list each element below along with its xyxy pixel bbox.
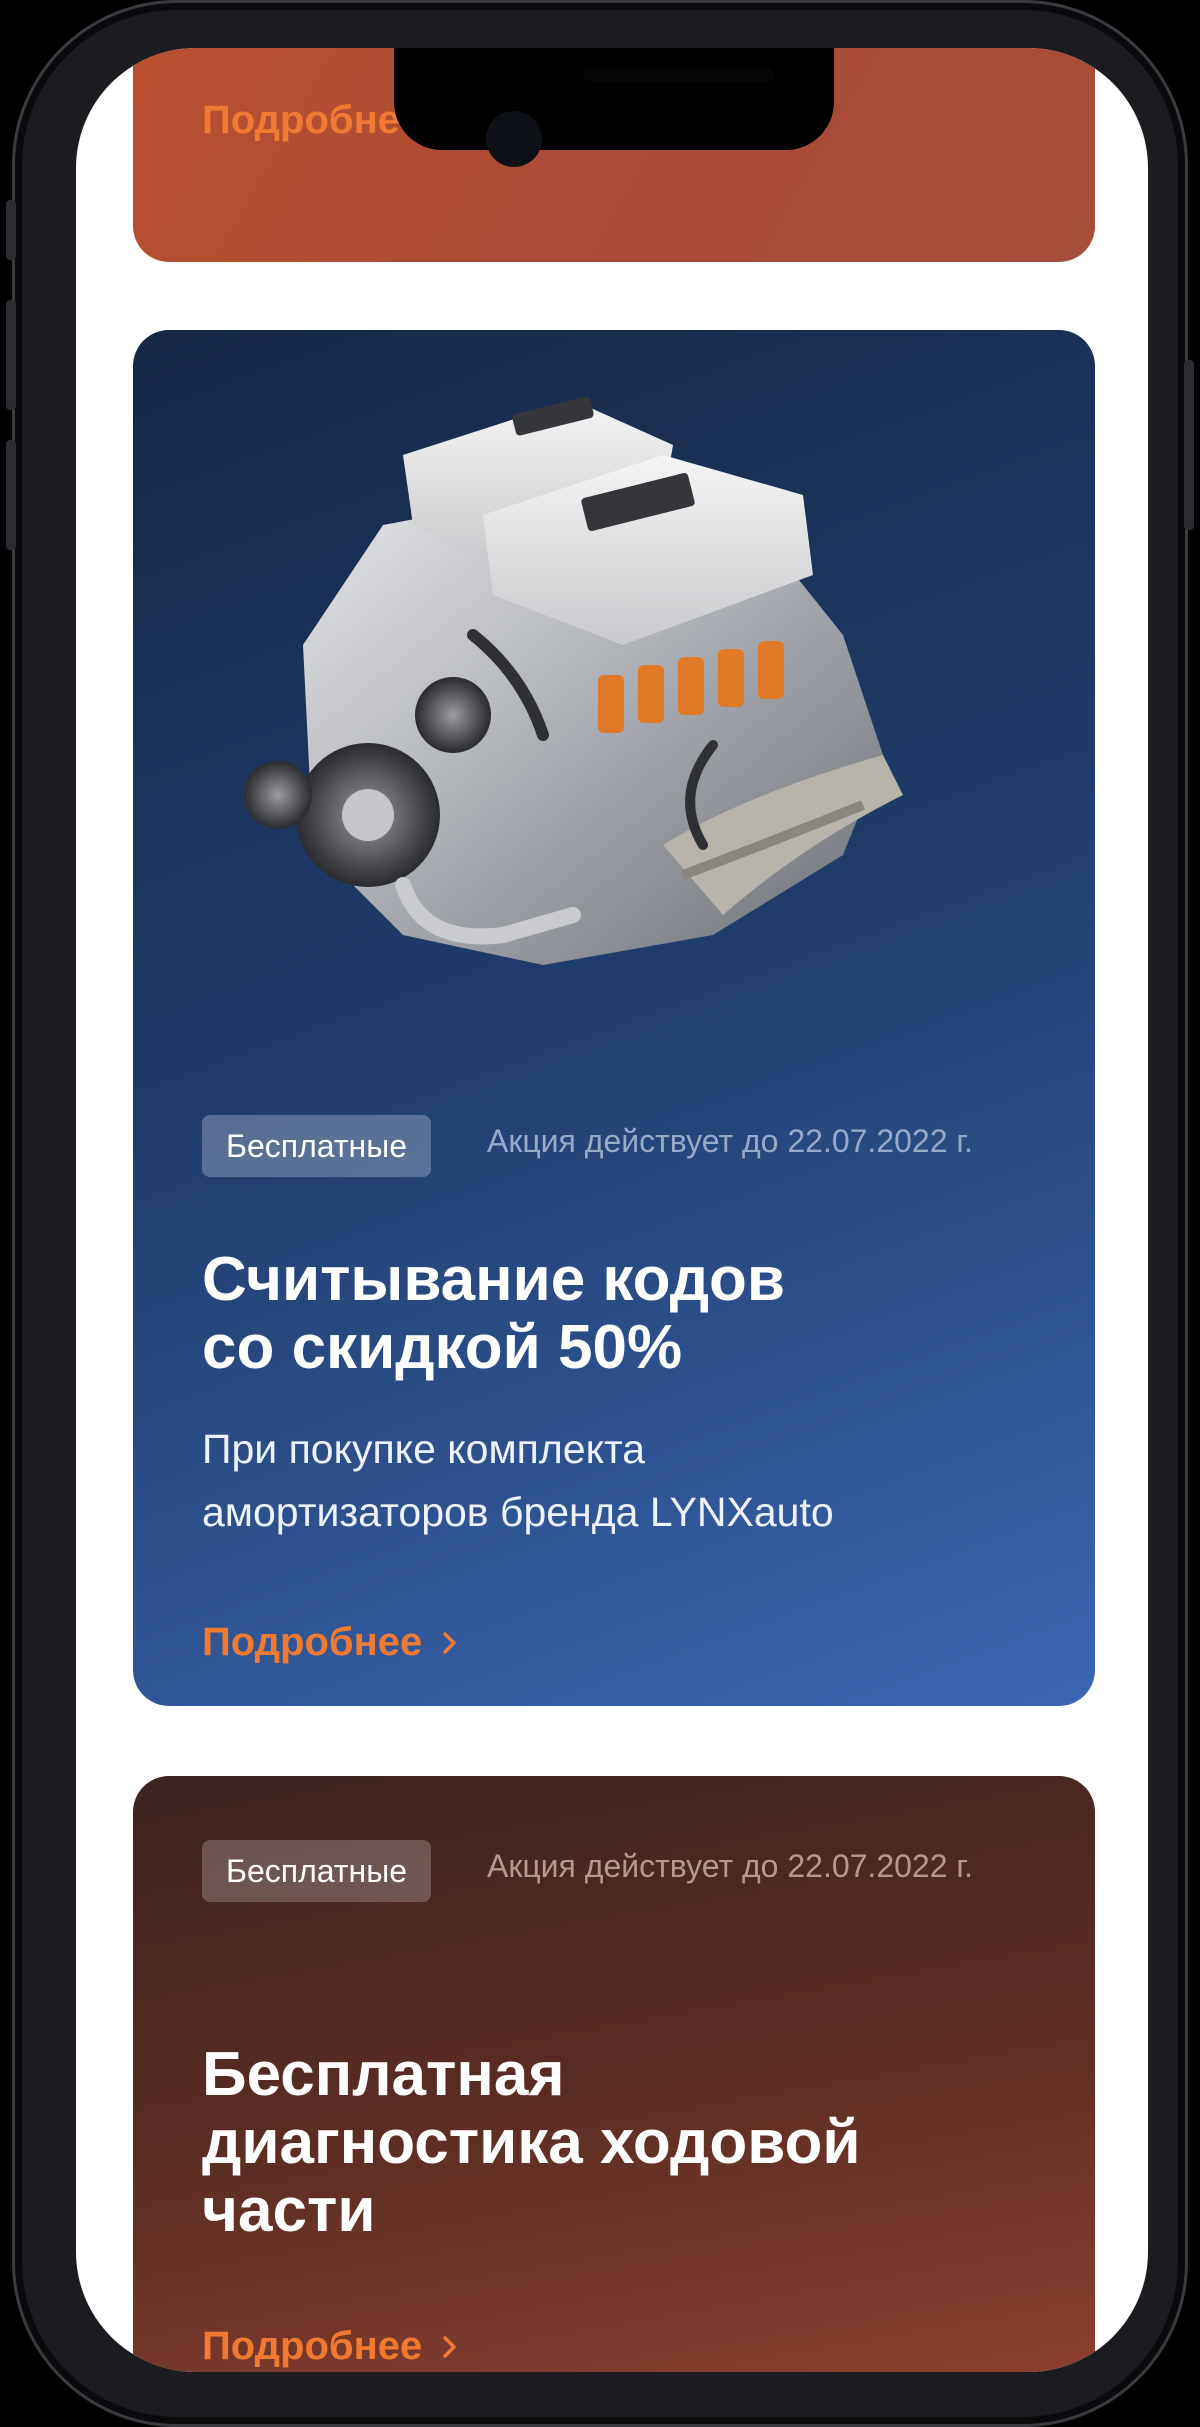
- volume-up-button: [6, 300, 16, 410]
- promo-title-line-2: со скидкой 50%: [202, 1313, 683, 1382]
- more-link[interactable]: Подробнее: [202, 1620, 458, 1665]
- promo-title: Бесплатная диагностика ходовой части: [202, 2041, 1055, 2245]
- volume-down-button: [6, 440, 16, 550]
- earpiece-speaker: [584, 68, 774, 82]
- promo-title-line-2: диагностика ходовой: [202, 2108, 861, 2177]
- more-link-label: Подробнее: [202, 2324, 423, 2368]
- promo-card-code-reading[interactable]: Бесплатные Акция действует до 22.07.2022…: [133, 330, 1095, 1706]
- promo-subtitle-line-2: амортизаторов бренда LYNXauto: [202, 1489, 834, 1535]
- chevron-right-icon: [442, 2335, 458, 2359]
- promo-subtitle: При покупке комплекта амортизаторов брен…: [202, 1418, 1055, 1544]
- power-button: [1184, 360, 1194, 530]
- promo-title-line-1: Считывание кодов: [202, 1245, 786, 1314]
- engine-image: [244, 396, 903, 965]
- promo-date-note: Акция действует до 22.07.2022 г.: [487, 1123, 974, 1159]
- more-link-label: Подробнее: [202, 1620, 423, 1664]
- promo-card-suspension-diagnostics[interactable]: Бесплатные Акция действует до 22.07.2022…: [133, 1776, 1095, 2372]
- more-link-label: Подробнее: [202, 98, 423, 142]
- category-badge-label: Бесплатные: [226, 1127, 408, 1164]
- screen: Подробнее Бесплатные Акция действует до …: [76, 48, 1148, 2372]
- chevron-right-icon: [442, 1631, 458, 1655]
- phone-frame: Подробнее Бесплатные Акция действует до …: [6, 0, 1194, 2427]
- silent-switch: [6, 200, 16, 260]
- category-badge-label: Бесплатные: [226, 1852, 408, 1889]
- promo-title-line-3: части: [202, 2176, 376, 2245]
- category-badge: Бесплатные: [202, 1115, 432, 1177]
- category-badge: Бесплатные: [202, 1840, 432, 1902]
- front-camera: [486, 111, 542, 167]
- promo-title: Считывание кодов со скидкой 50%: [202, 1246, 1055, 1382]
- notch: [394, 48, 834, 150]
- promo-title-line-1: Бесплатная: [202, 2040, 565, 2109]
- more-link[interactable]: Подробнее: [202, 2324, 458, 2369]
- promo-date-note: Акция действует до 22.07.2022 г.: [487, 1848, 974, 1884]
- promo-subtitle-line-1: При покупке комплекта: [202, 1426, 646, 1472]
